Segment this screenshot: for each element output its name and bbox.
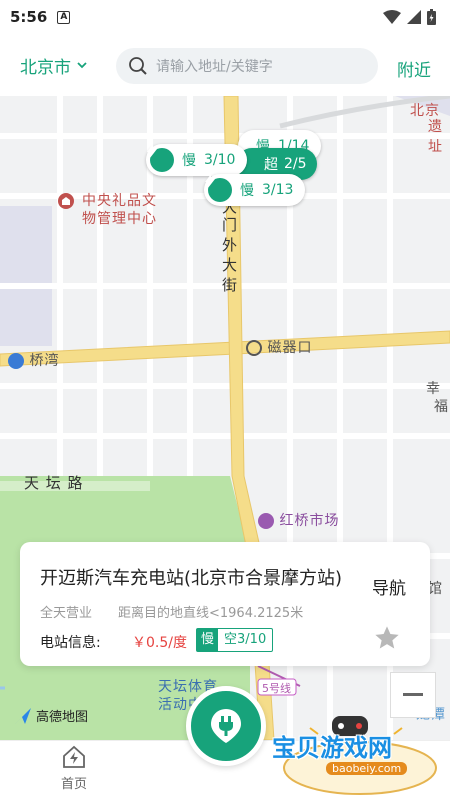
station-distance: 距离目的地直线<1964.2125米 — [118, 606, 304, 621]
poi-ciqikou-label: 磁器口 — [267, 340, 313, 356]
poi-hongqiao-label: 红桥市场 — [279, 513, 340, 529]
nav-home[interactable]: 首页 — [54, 745, 94, 792]
poi-hongqiao[interactable]: 红桥市场 — [258, 510, 339, 530]
status-indicators — [383, 9, 436, 25]
charge-center-button[interactable] — [186, 686, 266, 766]
charger-availability-badge: 慢 空3/10 — [196, 628, 274, 652]
nearby-button[interactable]: 附近 — [397, 56, 431, 81]
metro-line5-label: 5号线 — [262, 682, 291, 695]
amap-logo: 高德地图 — [14, 706, 88, 725]
top-header: 北京市 请输入地址/关键字 附近 — [0, 34, 450, 96]
charge-marker-4-count: 3/13 — [262, 182, 294, 198]
street-v3: 外 — [222, 236, 239, 254]
street-xingfu-1: 幸 — [426, 381, 441, 397]
wifi-icon — [383, 10, 401, 24]
station-info-label: 电站信息: — [40, 635, 101, 651]
search-placeholder: 请输入地址/关键字 — [156, 59, 273, 75]
watermark-url: baobeiy.com — [326, 762, 408, 775]
amap-logo-text: 高德地图 — [36, 710, 89, 725]
poi-ciqikou[interactable]: 磁器口 — [246, 337, 312, 357]
charge-marker-2-count: 3/10 — [204, 152, 236, 168]
bolt-icon — [147, 144, 174, 172]
charge-marker-4-type: 慢 — [240, 183, 254, 199]
home-charge-icon — [63, 745, 85, 768]
station-title: 开迈斯汽车充电站(北京市合景摩方站) — [40, 568, 343, 589]
charge-marker-3-type: 超 — [264, 157, 278, 173]
poi-qiaowan[interactable]: 桥湾 — [8, 350, 59, 370]
nav-home-label: 首页 — [60, 777, 87, 792]
star-icon — [375, 626, 399, 649]
street-v5: 街 — [222, 276, 239, 294]
poi-ministry-label: 中央礼品文 — [82, 193, 157, 209]
search-icon — [129, 57, 147, 75]
watermark-text: 宝贝游戏网 — [272, 734, 392, 762]
city-selector[interactable]: 北京市 — [20, 53, 87, 78]
shopping-icon — [258, 513, 274, 529]
street-xingfu-2: 福 — [434, 399, 449, 415]
bolt-icon — [205, 174, 232, 202]
city-name: 北京市 — [20, 57, 71, 78]
status-time: 5:56 — [10, 8, 48, 26]
charge-marker-3-count: 2/5 — [284, 156, 307, 172]
street-v4: 大 — [222, 256, 239, 274]
minus-icon — [403, 693, 423, 696]
charging-plug-icon — [211, 709, 241, 743]
charge-marker-4[interactable]: 慢 3/13 — [204, 174, 306, 206]
amap-arrow-icon — [15, 707, 31, 724]
street-v2: 门 — [222, 216, 239, 234]
favorite-button[interactable] — [362, 616, 412, 660]
poi-hall-label: 馆 — [428, 581, 443, 597]
search-input[interactable]: 请输入地址/关键字 — [116, 48, 378, 84]
poi-qiaowan-label: 桥湾 — [29, 353, 60, 369]
charge-marker-2-type: 慢 — [182, 153, 196, 169]
chevron-down-icon — [77, 62, 87, 69]
bus-stop-icon — [8, 353, 24, 369]
app-notification-icon: A — [57, 10, 71, 24]
station-price: ￥0.5/度 — [132, 635, 187, 651]
navigate-button[interactable]: 导航 — [372, 574, 406, 599]
charger-type: 慢 — [197, 629, 219, 651]
metro-station-icon — [246, 340, 262, 356]
battery-icon — [427, 9, 436, 25]
road-tiantan: 天 坛 路 — [24, 474, 84, 492]
station-hours: 全天营业 — [40, 606, 93, 621]
status-bar: 5:56 A — [0, 0, 450, 34]
signal-icon — [407, 10, 421, 24]
poi-ministry-label-2: 物管理中心 — [82, 211, 157, 227]
poi-remain-label-2: 遗址 — [428, 119, 443, 155]
charger-availability: 空3/10 — [224, 632, 267, 647]
charge-marker-2[interactable]: 慢 3/10 — [146, 144, 248, 176]
